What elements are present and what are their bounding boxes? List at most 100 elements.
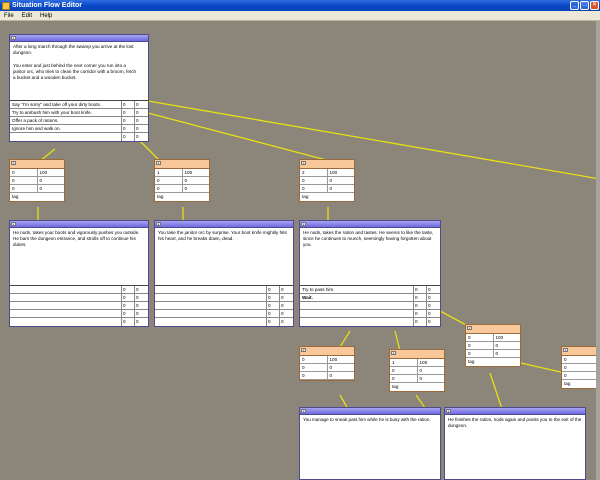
choice-target-a[interactable]: 0 <box>122 294 135 301</box>
option-cell[interactable]: 0 <box>10 169 38 176</box>
choice-target-b[interactable]: 0 <box>427 294 440 301</box>
situation-node[interactable]: ▪ You take the janitor orc by surprise. … <box>154 220 294 327</box>
situation-node[interactable]: ▪ After a long march through the swamp y… <box>9 34 149 142</box>
choice-target-a[interactable]: 0 <box>122 133 135 141</box>
choice-target-b[interactable]: 0 <box>135 286 148 293</box>
choice-text[interactable] <box>10 286 122 293</box>
choice-text[interactable] <box>155 294 267 301</box>
choice-text[interactable] <box>10 310 122 317</box>
choice-row[interactable]: Try to ambush him with your boot knife. 0… <box>10 109 148 117</box>
situation-text[interactable]: You take the janitor orc by surprise. Yo… <box>155 228 293 285</box>
choice-row[interactable]: 00 <box>155 302 293 310</box>
choice-target-b[interactable]: 0 <box>427 286 440 293</box>
option-tag[interactable]: tag <box>10 193 64 201</box>
choice-text[interactable]: Offer a pack of rations. <box>10 117 122 124</box>
choice-target-b[interactable]: 0 <box>135 133 148 141</box>
choice-text[interactable]: Try to ambush him with your boot knife. <box>10 109 122 116</box>
option-cell[interactable]: 0 <box>300 364 328 371</box>
choice-target-b[interactable]: 0 <box>135 318 148 326</box>
option-cell[interactable]: 0 <box>328 185 355 192</box>
choice-target-b[interactable]: 0 <box>135 310 148 317</box>
option-cell[interactable]: 0 <box>390 375 418 382</box>
collapse-icon[interactable]: ▪ <box>301 222 306 226</box>
choice-target-a[interactable]: 0 <box>122 302 135 309</box>
option-tag[interactable]: tag <box>562 380 596 388</box>
choice-target-a[interactable]: 0 <box>122 109 135 116</box>
option-header[interactable]: ▪ <box>562 347 596 356</box>
situation-header[interactable]: ▪ <box>10 221 148 228</box>
option-node[interactable]: ▪ 2 100 00 00 tag <box>299 159 355 202</box>
choice-target-a[interactable]: 0 <box>267 294 280 301</box>
close-button[interactable]: × <box>590 1 599 10</box>
choice-text[interactable] <box>155 310 267 317</box>
choice-text[interactable]: Wait. <box>300 294 414 301</box>
option-cell[interactable]: 0 <box>328 372 355 379</box>
choice-row[interactable]: 00 <box>300 310 440 318</box>
option-cell[interactable]: 0 <box>418 375 445 382</box>
option-node[interactable]: ▪ 1 100 00 00 tag <box>154 159 210 202</box>
situation-text[interactable]: He nods, takes the ration and tastes. He… <box>300 228 440 285</box>
collapse-icon[interactable]: ▪ <box>11 222 16 226</box>
option-cell[interactable]: 100 <box>328 356 355 363</box>
choice-target-b[interactable]: 0 <box>280 294 293 301</box>
choice-text[interactable] <box>155 286 267 293</box>
choice-row[interactable]: 00 <box>10 133 148 141</box>
choice-target-a[interactable]: 0 <box>414 310 427 317</box>
choice-text[interactable] <box>10 133 122 141</box>
situation-node[interactable]: ▪ You manage to sneak past him while he … <box>299 407 441 480</box>
collapse-icon[interactable]: ▪ <box>301 409 306 413</box>
menu-edit[interactable]: Edit <box>18 13 36 19</box>
choice-target-b[interactable]: 0 <box>280 310 293 317</box>
option-cell[interactable]: 0 <box>10 177 38 184</box>
option-header[interactable]: ▪ <box>300 347 354 356</box>
option-cell[interactable]: 0 <box>183 177 210 184</box>
choice-target-a[interactable]: 0 <box>267 310 280 317</box>
option-header[interactable]: ▪ <box>466 325 520 334</box>
option-tag[interactable]: tag <box>300 193 354 201</box>
collapse-icon[interactable]: ▪ <box>301 161 306 165</box>
choice-text[interactable]: Try to pass him. <box>300 286 414 293</box>
collapse-icon[interactable]: ▪ <box>467 326 472 330</box>
situation-header[interactable]: ▪ <box>445 408 585 415</box>
situation-node[interactable]: ▪ He nods, takes your boots and vigorous… <box>9 220 149 327</box>
choice-target-b[interactable]: 0 <box>427 310 440 317</box>
situation-text[interactable]: After a long march through the swamp you… <box>10 42 148 100</box>
option-cell[interactable]: 0 <box>466 350 494 357</box>
choice-row[interactable]: Ignore him and walk on. 0 0 <box>10 125 148 133</box>
choice-target-a[interactable]: 0 <box>267 286 280 293</box>
maximize-button[interactable]: □ <box>580 1 589 10</box>
collapse-icon[interactable]: ▪ <box>11 161 16 165</box>
choice-row[interactable]: Say "I'm sorry" and take off your dirty … <box>10 101 148 109</box>
choice-text[interactable] <box>10 302 122 309</box>
choice-text[interactable]: Say "I'm sorry" and take off your dirty … <box>10 101 122 108</box>
choice-target-a[interactable]: 0 <box>414 286 427 293</box>
option-cell[interactable]: 2 <box>300 169 328 176</box>
choice-text[interactable] <box>10 294 122 301</box>
minimize-button[interactable]: _ <box>570 1 579 10</box>
choice-target-a[interactable]: 0 <box>122 286 135 293</box>
situation-header[interactable]: ▪ <box>300 221 440 228</box>
choice-target-b[interactable]: 0 <box>427 318 440 326</box>
choice-row[interactable]: 00 <box>300 318 440 326</box>
situation-header[interactable]: ▪ <box>10 35 148 42</box>
choice-target-b[interactable]: 0 <box>280 318 293 326</box>
option-header[interactable]: ▪ <box>10 160 64 169</box>
choice-row[interactable]: Offer a pack of rations. 0 0 <box>10 117 148 125</box>
choice-target-a[interactable]: 0 <box>122 117 135 124</box>
option-tag[interactable]: tag <box>390 383 444 391</box>
option-cell[interactable]: 0 <box>562 364 596 371</box>
situation-text[interactable]: He finishes the ration, nods again and p… <box>445 415 585 431</box>
option-cell[interactable]: 0 <box>562 356 596 363</box>
canvas-scrollbar[interactable] <box>596 21 600 480</box>
choice-text[interactable] <box>300 310 414 317</box>
collapse-icon[interactable]: ▪ <box>156 222 161 226</box>
option-cell[interactable]: 0 <box>38 177 65 184</box>
option-cell[interactable]: 0 <box>300 372 328 379</box>
option-node[interactable]: ▪ 0 100 00 00 <box>299 346 355 381</box>
option-header[interactable]: ▪ <box>390 350 444 359</box>
option-cell[interactable]: 0 <box>562 372 596 379</box>
choice-target-a[interactable]: 0 <box>414 318 427 326</box>
option-cell[interactable]: 0 <box>494 342 521 349</box>
menu-file[interactable]: File <box>0 13 18 19</box>
choice-text[interactable] <box>300 302 414 309</box>
